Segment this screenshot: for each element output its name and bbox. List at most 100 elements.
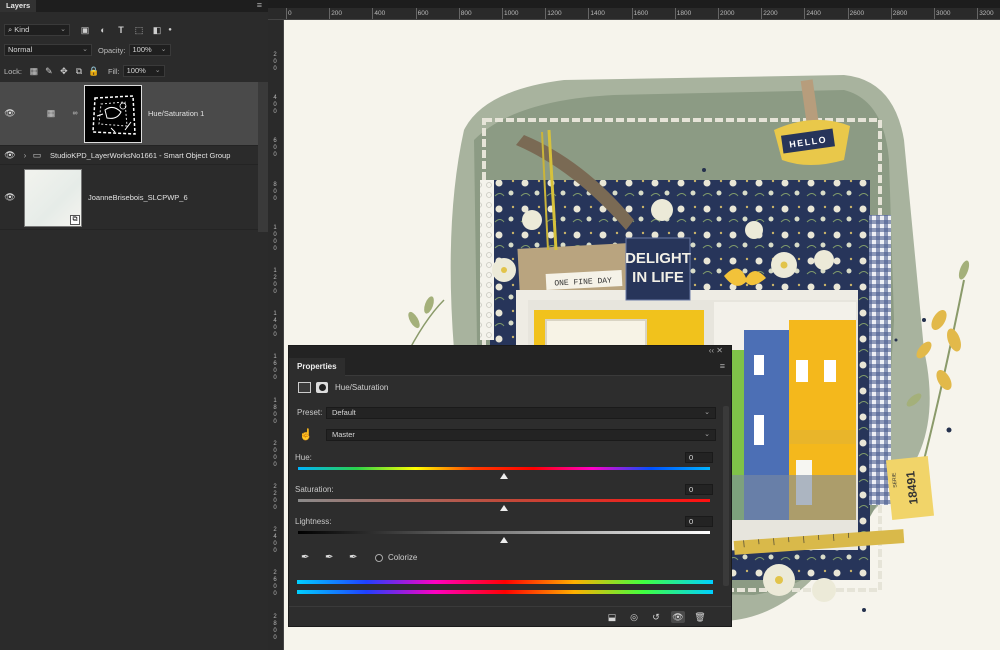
ruler-tick	[977, 8, 979, 19]
trash-icon[interactable]: 🗑	[693, 611, 707, 623]
saturation-slider-track[interactable]	[298, 499, 710, 502]
lock-transparent-icon[interactable]: ▦	[28, 66, 40, 77]
layer-row-hue-saturation[interactable]: 👁 ▦ ∞ Hue/Saturation 1	[0, 82, 258, 146]
layer-mask-thumbnail[interactable]	[84, 84, 142, 143]
ruler-label: 2600	[849, 10, 865, 17]
link-icon[interactable]: ∞	[70, 110, 80, 117]
blend-mode-dropdown[interactable]: Normal ⌄	[4, 44, 92, 56]
horizontal-ruler[interactable]: 0 200 400 600 800 1000 1200 1400 1600 1800 2000 220…	[268, 8, 1000, 20]
folder-icon: ▭	[32, 150, 42, 160]
lock-all-icon[interactable]: 🔒	[88, 66, 100, 77]
panel-menu-icon[interactable]: ≡	[257, 1, 262, 10]
saturation-label: Saturation:	[295, 485, 334, 494]
ruler-tick	[329, 8, 331, 19]
chevron-right-icon[interactable]: ›	[20, 151, 30, 160]
reset-icon[interactable]: ↺	[649, 611, 663, 623]
ruler-label: 2400	[273, 527, 277, 555]
eyedropper-plus-icon[interactable]: ✒	[325, 552, 333, 563]
targeted-adjustment-hand-icon[interactable]: ☝	[299, 428, 313, 441]
ruler-label: 1600	[633, 10, 649, 17]
pixel-filter-icon[interactable]: ▣	[78, 25, 92, 36]
collapse-icon[interactable]: ‹‹ ✕	[709, 346, 723, 355]
layers-tab[interactable]: Layers	[0, 0, 37, 12]
filter-kind-dropdown[interactable]: ⌕ Kind ⌄	[4, 24, 70, 36]
eyedropper-icon[interactable]: ✒	[301, 552, 309, 563]
layer-row-smart-object-group[interactable]: 👁 › ▭ StudioKPD_LayerWorksNo1661 - Smart…	[0, 147, 258, 165]
hue-slider-track[interactable]	[298, 467, 710, 470]
saturation-value-input[interactable]: 0	[685, 484, 713, 495]
adjustment-filter-icon[interactable]: ◐	[96, 25, 110, 35]
ruler-label: 800	[460, 10, 472, 17]
delight-tag-line2: IN LIFE	[632, 269, 684, 286]
lightness-value-input[interactable]: 0	[685, 516, 713, 527]
eye-icon[interactable]: 👁	[0, 150, 20, 161]
adjustment-icon	[298, 382, 311, 393]
visibility-eye-icon[interactable]: 👁	[671, 611, 685, 623]
layer-name: Hue/Saturation 1	[148, 109, 205, 118]
preset-dropdown[interactable]: Default ⌄	[326, 407, 716, 419]
mask-icon[interactable]	[316, 382, 328, 393]
filter-toggle-icon[interactable]: ●	[166, 27, 174, 33]
chevron-down-icon: ⌄	[704, 409, 710, 416]
view-previous-icon[interactable]: ◎	[627, 611, 641, 623]
eyedropper-row: ✒ ✒ ✒ Colorize	[289, 552, 731, 566]
colorize-checkbox[interactable]	[375, 554, 383, 562]
ruler-tick	[718, 8, 719, 19]
hue-value-input[interactable]: 0	[685, 452, 713, 463]
chevron-down-icon: ⌄	[82, 46, 88, 53]
blend-mode-value: Normal	[8, 45, 33, 54]
ruler-label: 2000	[273, 440, 277, 468]
eye-icon[interactable]: 👁	[0, 108, 20, 119]
ruler-label: 1400	[590, 10, 605, 17]
preset-row: Preset: Default ⌄	[289, 407, 731, 421]
ruler-tick	[502, 8, 503, 19]
ruler-label: 3200	[979, 10, 994, 17]
shape-filter-icon[interactable]: ⬚	[132, 25, 146, 36]
chevron-down-icon: ⌄	[704, 431, 710, 438]
panel-menu-icon[interactable]: ≡	[720, 361, 725, 371]
input-spectrum-bar	[297, 580, 713, 584]
lightness-slider-thumb[interactable]	[500, 537, 508, 543]
ruler-tick	[934, 8, 935, 19]
lock-image-icon[interactable]: ✎	[43, 66, 55, 77]
blend-row: Normal ⌄ Opacity: 100% ⌄	[0, 43, 268, 57]
lightness-slider-track[interactable]	[298, 531, 710, 534]
type-filter-icon[interactable]: T	[114, 25, 128, 35]
ruler-tick	[804, 8, 806, 19]
properties-panel: ‹‹ ✕ Properties ≡ Hue/Saturation Preset:…	[288, 345, 732, 627]
properties-scrollbar[interactable]	[723, 406, 729, 586]
ruler-tick	[761, 8, 763, 19]
ruler-tick	[545, 8, 547, 19]
ruler-label: 2600	[273, 570, 277, 598]
ruler-tick	[588, 8, 590, 19]
channel-dropdown[interactable]: Master ⌄	[326, 429, 716, 441]
ruler-label: 600	[417, 10, 429, 17]
opacity-input[interactable]: 100% ⌄	[128, 44, 171, 56]
eye-icon[interactable]: 👁	[0, 192, 20, 203]
opacity-value: 100%	[132, 45, 152, 54]
eyedropper-minus-icon[interactable]: ✒	[349, 552, 357, 563]
ruler-label: 1200	[273, 268, 277, 295]
layer-row-background-paper[interactable]: 👁 ⧉ JoanneBrisebois_SLCPWP_6	[0, 166, 258, 230]
smart-object-badge-icon: ⧉	[70, 214, 80, 225]
layers-scrollbar[interactable]	[258, 82, 268, 232]
properties-footer: ⬓ ◎ ↺ 👁 🗑	[289, 606, 731, 626]
ruler-label: 1800	[273, 397, 277, 425]
ruler-tick	[847, 8, 849, 19]
hue-label: Hue:	[295, 453, 312, 462]
saturation-control: Saturation: 0	[289, 484, 731, 514]
vertical-ruler[interactable]: 200 400 600 800 1000 1200 1400 1600 1800 2000 2200…	[268, 20, 284, 650]
hue-slider-thumb[interactable]	[500, 473, 508, 479]
ruler-tick	[890, 8, 892, 19]
clip-to-layer-icon[interactable]: ⬓	[605, 611, 619, 623]
smart-object-filter-icon[interactable]: ◧	[150, 25, 164, 36]
ruler-label: 3000	[936, 10, 951, 17]
saturation-slider-thumb[interactable]	[500, 505, 508, 511]
lock-position-icon[interactable]: ✥	[58, 66, 70, 77]
fill-input[interactable]: 100% ⌄	[122, 65, 165, 77]
properties-tab[interactable]: Properties	[289, 358, 345, 376]
adjustment-name: Hue/Saturation	[335, 383, 389, 392]
layer-thumbnail[interactable]: ⧉	[24, 168, 82, 227]
ruler-tick	[372, 8, 374, 19]
lock-artboard-icon[interactable]: ⧉	[73, 66, 85, 77]
